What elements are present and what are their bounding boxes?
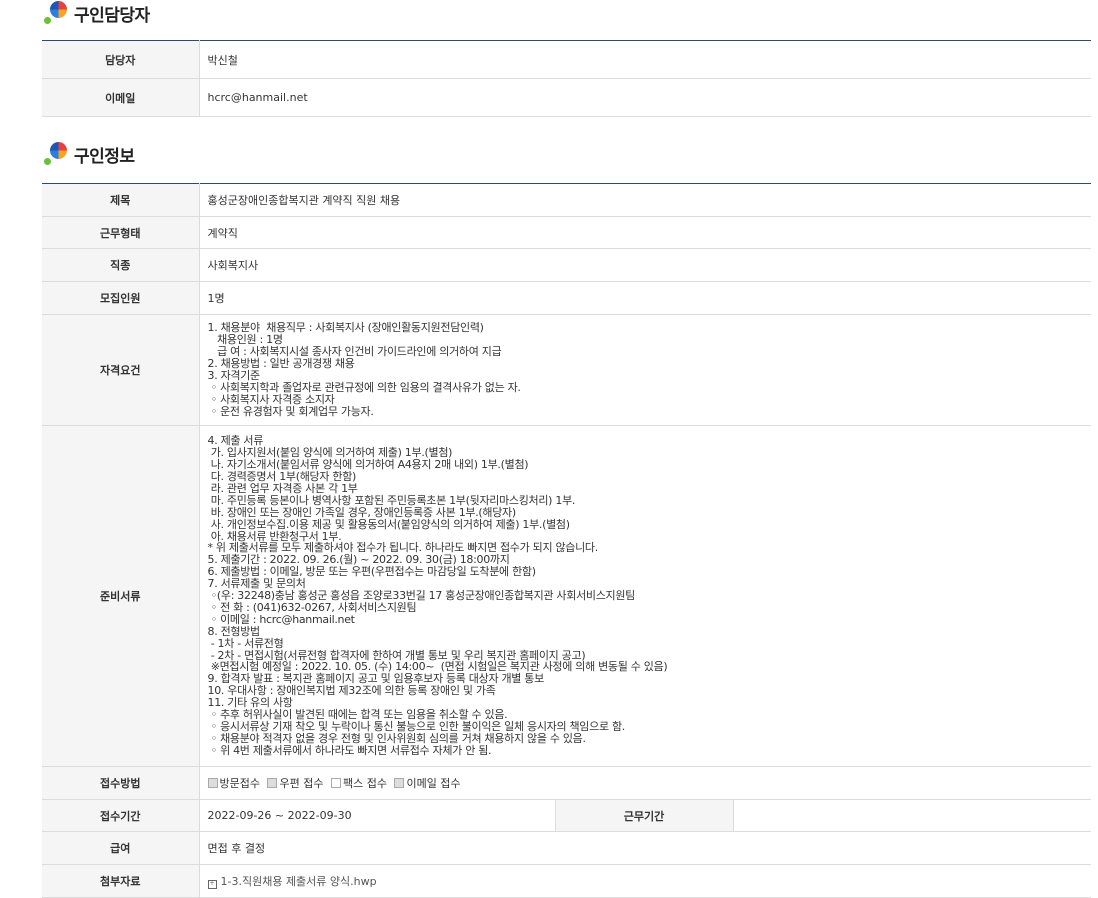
method-fax: 팩스 접수	[330, 777, 387, 790]
row-label: 담당자	[42, 40, 200, 79]
table-row: 직종 사회복지사	[42, 248, 1091, 282]
row-label: 근무기간	[555, 799, 734, 832]
checkbox-icon	[394, 778, 405, 788]
row-label: 준비서류	[42, 425, 200, 767]
row-label: 이메일	[42, 78, 200, 117]
table-row: 첨부자료 +1-3.직원채용 제출서류 양식.hwp	[42, 864, 1091, 898]
attachment-cell: +1-3.직원채용 제출서류 양식.hwp	[199, 865, 1091, 898]
application-period: 2022-09-26 ~ 2022-09-30	[199, 799, 556, 832]
table-row: 자격요건 1. 채용분야 채용직무 : 사회복지사 (장애인활동지원전담인력) …	[42, 314, 1091, 426]
table-row: 이메일 hcrc@hanmail.net	[42, 78, 1091, 117]
contact-section-header: 구인담당자	[44, 0, 150, 26]
row-label: 첨부자료	[42, 864, 200, 898]
section-title: 구인담당자	[74, 5, 150, 26]
row-label: 근무형태	[42, 216, 200, 249]
row-label: 급여	[42, 831, 200, 865]
file-icon: +	[207, 880, 217, 889]
job-title: 홍성군장애인종합복지관 계약직 직원 채용	[207, 194, 401, 207]
table-row: 근무형태 계약직	[42, 216, 1091, 249]
section-title: 구인정보	[74, 146, 135, 167]
row-label: 접수기간	[42, 799, 200, 832]
table-row: 접수기간 2022-09-26 ~ 2022-09-30 근무기간	[42, 799, 1091, 832]
attachment-link[interactable]: +1-3.직원채용 제출서류 양식.hwp	[207, 875, 377, 889]
method-post: 우편 접수	[267, 777, 323, 790]
table-row: 준비서류 4. 제출 서류 가. 입사지원서(붙임 양식에 의거하여 제출) 1…	[42, 425, 1091, 767]
checkbox-icon	[267, 778, 278, 788]
row-label: 모집인원	[42, 281, 200, 315]
row-label: 직종	[42, 248, 200, 282]
application-methods: 방문접수 우편 접수 팩스 접수 이메일 접수	[199, 767, 1091, 800]
job-table: 제목 홍성군장애인종합복지관 계약직 직원 채용 근무형태 계약직 직종 사회복…	[42, 183, 1091, 898]
table-row: 모집인원 1명	[42, 281, 1091, 315]
employment-type: 계약직	[207, 226, 238, 240]
contact-name: 박신철	[207, 53, 238, 67]
method-visit: 방문접수	[207, 777, 260, 790]
row-label: 접수방법	[42, 766, 200, 800]
contact-email: hcrc@hanmail.net	[207, 91, 308, 104]
work-period	[733, 800, 1091, 832]
section-logo-icon	[44, 1, 68, 25]
checkbox-icon	[330, 778, 341, 788]
row-label: 자격요건	[42, 314, 200, 426]
checkbox-icon	[207, 778, 218, 788]
row-label: 제목	[42, 183, 200, 217]
job-section-header: 구인정보	[44, 141, 135, 167]
headcount: 1명	[207, 292, 225, 305]
qualifications-text: 1. 채용분야 채용직무 : 사회복지사 (장애인활동지원전담인력) 채용인원 …	[207, 321, 521, 418]
section-logo-icon	[44, 142, 68, 166]
method-email: 이메일 접수	[394, 777, 461, 790]
table-row: 급여 면접 후 결정	[42, 831, 1091, 865]
table-row: 제목 홍성군장애인종합복지관 계약직 직원 채용	[42, 183, 1091, 217]
contact-table: 담당자 박신철 이메일 hcrc@hanmail.net	[42, 40, 1091, 117]
table-row: 담당자 박신철	[42, 40, 1091, 79]
job-category: 사회복지사	[207, 259, 259, 272]
table-row: 접수방법 방문접수 우편 접수 팩스 접수 이메일 접수	[42, 766, 1091, 800]
documents-text: 4. 제출 서류 가. 입사지원서(붙임 양식에 의거하여 제출) 1부.(별첨…	[207, 434, 668, 757]
salary: 면접 후 결정	[207, 842, 266, 855]
